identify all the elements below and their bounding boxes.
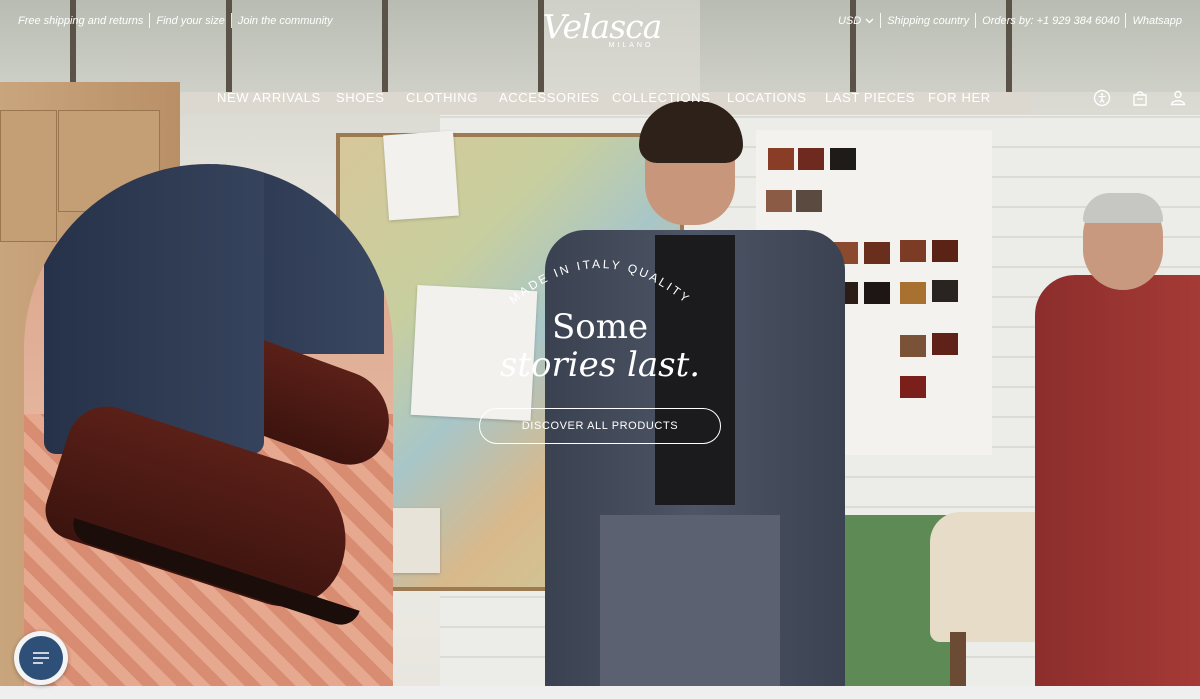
nav-item-last-pieces[interactable]: LAST PIECES (825, 90, 915, 105)
headline-line-2: stories last. (499, 345, 701, 385)
shopping-bag-icon[interactable] (1130, 88, 1150, 108)
chevron-down-icon (865, 18, 874, 23)
divider (1125, 13, 1127, 28)
nav-item-accessories[interactable]: ACCESSORIES (499, 90, 600, 105)
orders-phone-link[interactable]: Orders by: +1 929 384 6040 (982, 15, 1119, 27)
craftsman-figure (995, 193, 1200, 686)
hero-headline: Some stories last. (470, 308, 730, 384)
model-figure (545, 101, 845, 686)
shoe-photo-note (383, 130, 459, 221)
nav-item-new-arrivals[interactable]: NEW ARRIVALS (217, 90, 321, 105)
nav-item-for-her[interactable]: FOR HER (928, 90, 991, 105)
loafer-product-image (24, 164, 393, 686)
join-community-link[interactable]: Join the community (238, 15, 333, 27)
discover-all-products-button[interactable]: DISCOVER ALL PRODUCTS (479, 408, 721, 444)
control-box (392, 508, 440, 573)
divider (975, 13, 977, 28)
whatsapp-link[interactable]: Whatsapp (1132, 15, 1182, 27)
arc-text: MADE IN ITALY QUALITY (506, 257, 691, 307)
shipping-country-link[interactable]: Shipping country (887, 15, 969, 27)
divider (149, 13, 151, 28)
nav-item-collections[interactable]: COLLECTIONS (612, 90, 710, 105)
find-size-link[interactable]: Find your size (156, 15, 224, 27)
headline-line-1: Some (551, 307, 649, 347)
page-bottom (0, 686, 1200, 699)
nav-item-clothing[interactable]: CLOTHING (406, 90, 478, 105)
svg-text:MADE IN ITALY QUALITY: MADE IN ITALY QUALITY (506, 257, 693, 307)
made-in-italy-arc: MADE IN ITALY QUALITY (506, 257, 693, 307)
accessibility-icon[interactable] (1092, 88, 1112, 108)
divider (230, 13, 232, 28)
nav-item-shoes[interactable]: SHOES (336, 90, 385, 105)
currency-label: USD (837, 14, 862, 27)
logo-wordmark: Velasca (542, 7, 663, 46)
main-navigation: NEW ARRIVALS SHOES CLOTHING ACCESSORIES … (0, 90, 1200, 110)
chat-button[interactable] (14, 631, 68, 685)
chat-icon (33, 652, 49, 664)
header-icons (1074, 88, 1188, 108)
currency-selector[interactable]: USD (838, 15, 874, 27)
brand-logo[interactable]: Velasca MILANO (540, 10, 664, 62)
divider (880, 13, 882, 28)
nav-item-locations[interactable]: LOCATIONS (727, 90, 807, 105)
free-shipping-link[interactable]: Free shipping and returns (18, 15, 143, 27)
account-icon[interactable] (1168, 88, 1188, 108)
